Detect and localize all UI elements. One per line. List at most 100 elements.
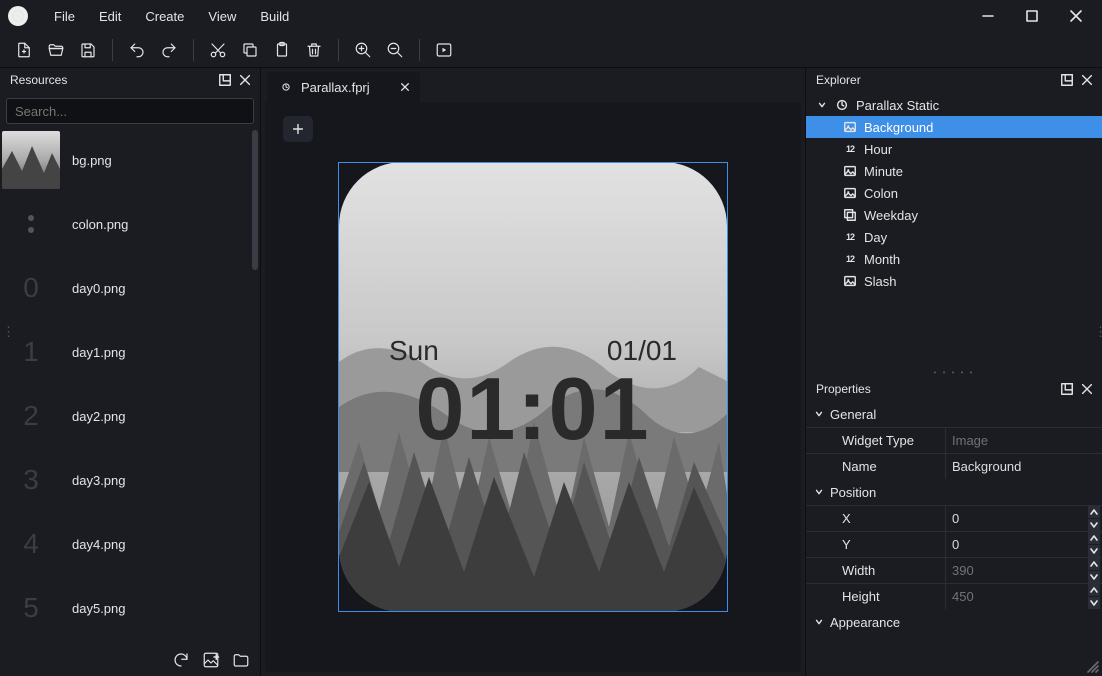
resources-scrollbar[interactable] xyxy=(252,130,258,270)
prop-group-general[interactable]: General xyxy=(806,401,1102,427)
spinner-y[interactable] xyxy=(1088,532,1100,557)
zoom-in-button[interactable] xyxy=(349,36,377,64)
tree-item[interactable]: Background xyxy=(806,116,1102,138)
tree-item[interactable]: 12Day xyxy=(806,226,1102,248)
new-file-button[interactable] xyxy=(10,36,38,64)
resize-handle-left[interactable]: ⋮ xyxy=(2,324,8,352)
resources-header: Resources xyxy=(0,68,260,92)
prop-val-y[interactable] xyxy=(946,532,1102,557)
tree-item[interactable]: Weekday xyxy=(806,204,1102,226)
cut-button[interactable] xyxy=(204,36,232,64)
prop-key-width: Width xyxy=(806,558,946,583)
resize-handle-right[interactable]: ⋮ xyxy=(1094,324,1100,352)
resource-item[interactable]: colon.png xyxy=(0,192,252,256)
resource-label: colon.png xyxy=(72,217,128,232)
resource-label: bg.png xyxy=(72,153,112,168)
undo-button[interactable] xyxy=(123,36,151,64)
search-input-wrapper[interactable] xyxy=(6,98,254,124)
resource-item[interactable]: 0day0.png xyxy=(0,256,252,320)
num-icon: 12 xyxy=(842,251,858,267)
size-grip-icon[interactable] xyxy=(1086,660,1100,674)
prop-input-height[interactable] xyxy=(952,589,1096,604)
preview-button[interactable] xyxy=(430,36,458,64)
prop-group-position[interactable]: Position xyxy=(806,479,1102,505)
panel-divider[interactable]: • • • • • xyxy=(806,367,1102,377)
menu-file[interactable]: File xyxy=(44,5,85,28)
prop-val-width[interactable] xyxy=(946,558,1102,583)
resource-item[interactable]: bg.png xyxy=(0,128,252,192)
zoom-out-button[interactable] xyxy=(381,36,409,64)
window-maximize-button[interactable] xyxy=(1014,2,1050,30)
panel-popout-icon[interactable] xyxy=(1060,73,1074,87)
menu-create[interactable]: Create xyxy=(135,5,194,28)
copy-button[interactable] xyxy=(236,36,264,64)
spinner-height[interactable] xyxy=(1088,584,1100,609)
resource-label: day3.png xyxy=(72,473,126,488)
add-widget-button[interactable] xyxy=(283,116,313,142)
prop-val-name[interactable] xyxy=(946,454,1102,479)
menu-build[interactable]: Build xyxy=(250,5,299,28)
window-close-button[interactable] xyxy=(1058,2,1094,30)
menu-edit[interactable]: Edit xyxy=(89,5,131,28)
prop-input-name[interactable] xyxy=(952,459,1096,474)
watchface-selection[interactable]: Sun 01/01 01:01 xyxy=(338,162,728,612)
prop-key-height: Height xyxy=(806,584,946,609)
delete-button[interactable] xyxy=(300,36,328,64)
tree-item[interactable]: 12Hour xyxy=(806,138,1102,160)
prop-key-widget-type: Widget Type xyxy=(806,428,946,453)
resource-item[interactable]: 1day1.png xyxy=(0,320,252,384)
add-image-icon[interactable] xyxy=(202,651,220,669)
resource-label: day4.png xyxy=(72,537,126,552)
properties-title: Properties xyxy=(816,382,871,396)
canvas-area[interactable]: Sun 01/01 01:01 xyxy=(265,102,801,672)
save-button[interactable] xyxy=(74,36,102,64)
panel-close-icon[interactable] xyxy=(1080,73,1094,87)
prop-val-height[interactable] xyxy=(946,584,1102,609)
open-file-button[interactable] xyxy=(42,36,70,64)
explorer-tree: Parallax Static Background12HourMinute Co… xyxy=(806,92,1102,367)
resources-footer xyxy=(0,644,260,676)
tree-item[interactable]: Colon xyxy=(806,182,1102,204)
panel-close-icon[interactable] xyxy=(238,73,252,87)
watch-icon xyxy=(834,97,850,113)
resource-item[interactable]: 3day3.png xyxy=(0,448,252,512)
image-icon xyxy=(842,163,858,179)
resource-item[interactable]: 4day4.png xyxy=(0,512,252,576)
tree-item[interactable]: Minute xyxy=(806,160,1102,182)
chevron-down-icon[interactable] xyxy=(816,100,828,110)
prop-group-appearance-label: Appearance xyxy=(830,615,900,630)
panel-popout-icon[interactable] xyxy=(1060,382,1074,396)
tree-item-label: Colon xyxy=(864,186,898,201)
panel-close-icon[interactable] xyxy=(1080,382,1094,396)
prop-row-width: Width xyxy=(806,557,1102,583)
search-input[interactable] xyxy=(15,104,245,119)
prop-input-x[interactable] xyxy=(952,511,1096,526)
panel-popout-icon[interactable] xyxy=(218,73,232,87)
tree-item[interactable]: Slash xyxy=(806,270,1102,292)
prop-input-y[interactable] xyxy=(952,537,1096,552)
window-minimize-button[interactable] xyxy=(970,2,1006,30)
menu-view[interactable]: View xyxy=(198,5,246,28)
redo-button[interactable] xyxy=(155,36,183,64)
prop-group-position-label: Position xyxy=(830,485,876,500)
prop-val-x[interactable] xyxy=(946,506,1102,531)
tree-item[interactable]: 12Month xyxy=(806,248,1102,270)
tree-root-row[interactable]: Parallax Static xyxy=(806,94,1102,116)
refresh-icon[interactable] xyxy=(172,651,190,669)
tab-close-button[interactable] xyxy=(400,80,410,95)
resource-thumb: 2 xyxy=(2,387,60,445)
tab-parallax[interactable]: Parallax.fprj xyxy=(267,72,420,102)
spinner-width[interactable] xyxy=(1088,558,1100,583)
paste-button[interactable] xyxy=(268,36,296,64)
spinner-x[interactable] xyxy=(1088,506,1100,531)
prop-input-width[interactable] xyxy=(952,563,1096,578)
prop-group-appearance[interactable]: Appearance xyxy=(806,609,1102,635)
resource-item[interactable]: 5day5.png xyxy=(0,576,252,640)
resource-item[interactable]: 2day2.png xyxy=(0,384,252,448)
right-panel: Explorer Parallax Static Background12Hou… xyxy=(805,68,1102,676)
explorer-title: Explorer xyxy=(816,73,861,87)
resource-thumb: 5 xyxy=(2,579,60,637)
prop-val-widget-type: Image xyxy=(946,428,1102,453)
folder-icon[interactable] xyxy=(232,651,250,669)
resource-label: day0.png xyxy=(72,281,126,296)
